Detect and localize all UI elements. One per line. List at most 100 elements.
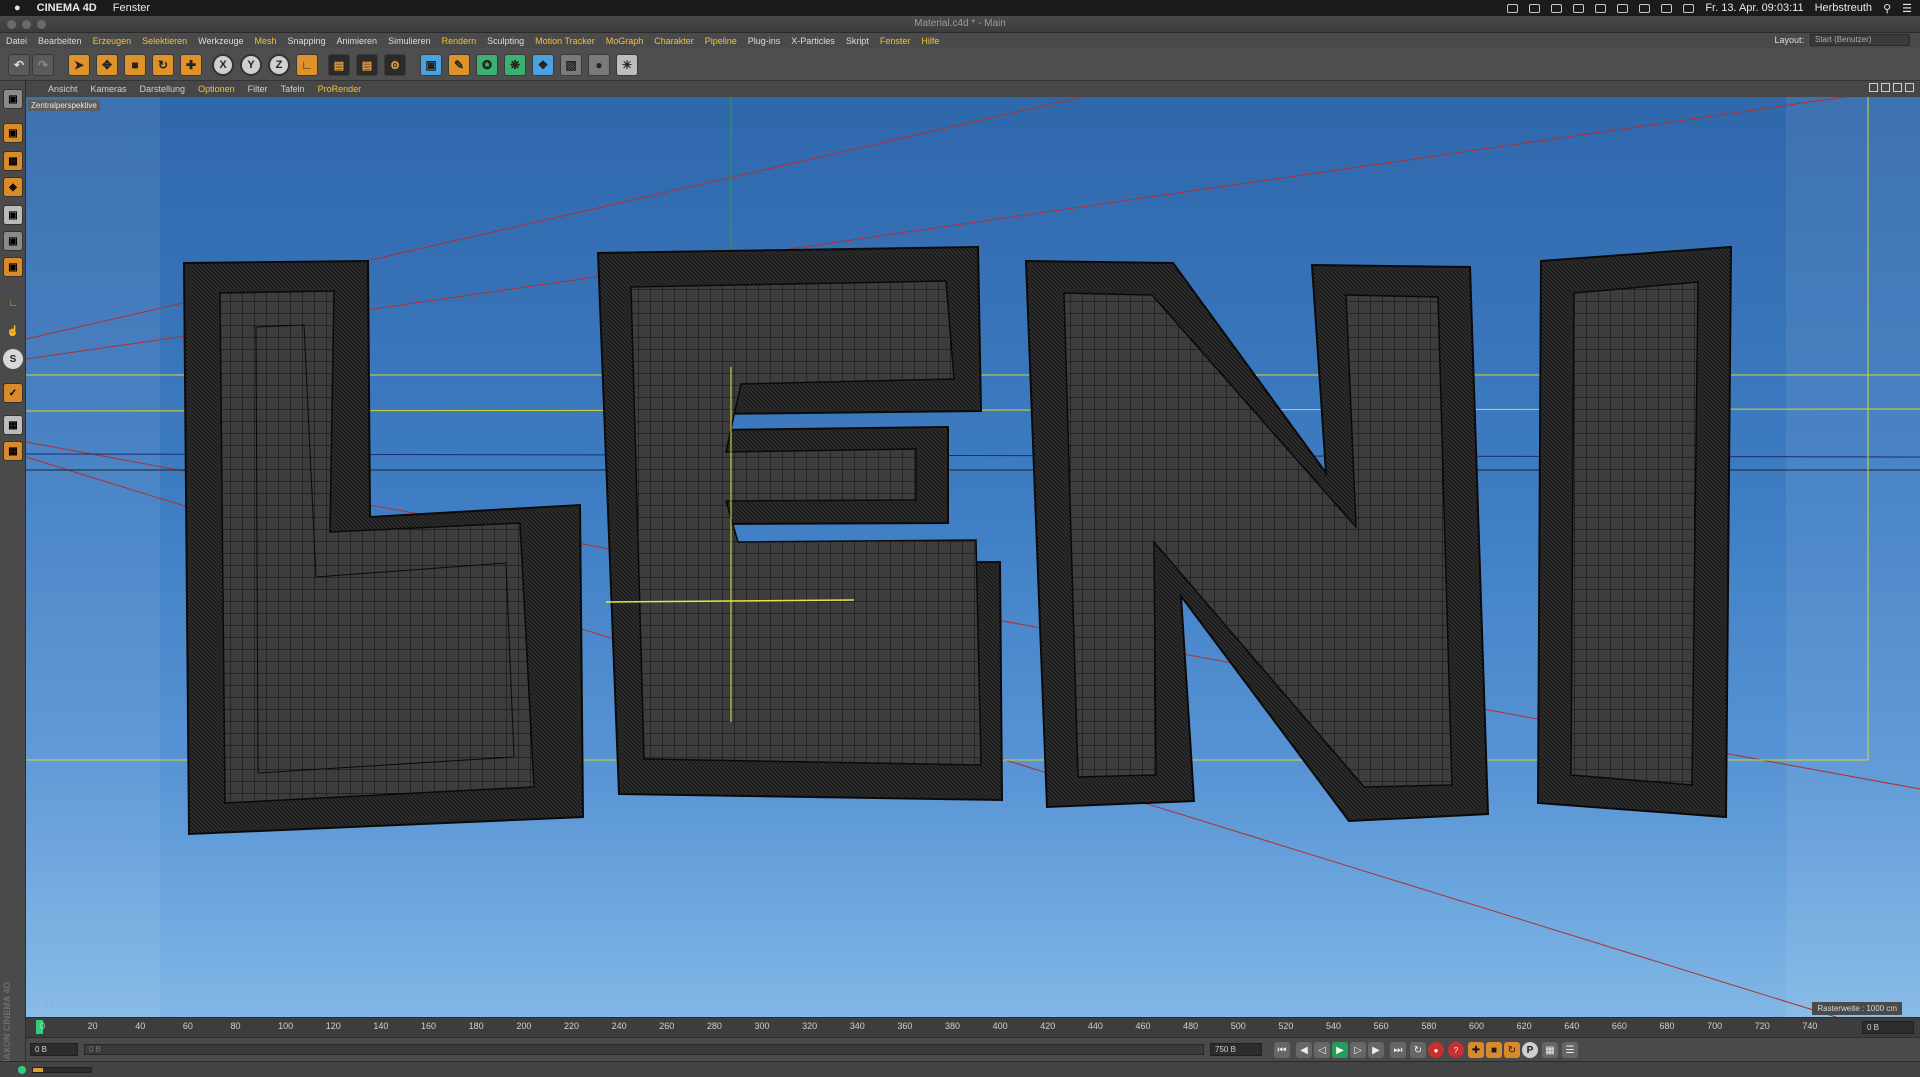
current-frame-field[interactable]: 0 B [1862, 1021, 1914, 1034]
move-tool-icon[interactable]: ✥ [96, 54, 118, 76]
snap-button[interactable]: S [3, 349, 23, 369]
cube-primitive-icon[interactable]: ▣ [420, 54, 442, 76]
texture-mode-icon[interactable]: ▩ [3, 151, 23, 171]
key-pla-icon[interactable]: ▦ [1542, 1042, 1558, 1058]
points-mode-icon[interactable]: ▣ [3, 205, 23, 225]
menu-bearbeiten[interactable]: Bearbeiten [38, 36, 82, 46]
menu-simulieren[interactable]: Simulieren [388, 36, 431, 46]
menu-selektieren[interactable]: Selektieren [142, 36, 187, 46]
menu-skript[interactable]: Skript [846, 36, 869, 46]
viewport-menu-ansicht[interactable]: Ansicht [48, 84, 78, 94]
menu-plug-ins[interactable]: Plug-ins [748, 36, 781, 46]
light-icon[interactable]: ☀ [616, 54, 638, 76]
range-slider[interactable]: 0 B [84, 1044, 1204, 1055]
viewport-menu-tafeln[interactable]: Tafeln [281, 84, 305, 94]
camera-icon[interactable]: ● [588, 54, 610, 76]
menu-animieren[interactable]: Animieren [337, 36, 378, 46]
zoom-view-icon[interactable] [1881, 83, 1890, 92]
menu-snapping[interactable]: Snapping [288, 36, 326, 46]
viewport-menu-optionen[interactable]: Optionen [198, 84, 235, 94]
undo-icon[interactable]: ↶ [8, 54, 30, 76]
viewport-menu-darstellung[interactable]: Darstellung [140, 84, 186, 94]
record-key-icon[interactable]: ● [1428, 1042, 1444, 1058]
menu-rendern[interactable]: Rendern [442, 36, 477, 46]
scale-tool-icon[interactable]: ■ [124, 54, 146, 76]
layout-select[interactable]: Start (Benutzer) [1810, 34, 1910, 46]
pan-view-icon[interactable] [1869, 83, 1878, 92]
x-axis-lock-button[interactable]: X [212, 54, 234, 76]
menu-hilfe[interactable]: Hilfe [921, 36, 939, 46]
volume-icon[interactable] [1683, 3, 1695, 13]
rotate-view-icon[interactable] [1893, 83, 1902, 92]
dropbox-icon[interactable] [1507, 3, 1519, 13]
multi-tool-icon[interactable]: ✚ [180, 54, 202, 76]
go-to-end-icon[interactable]: ⏭ [1390, 1042, 1406, 1058]
start-frame-field[interactable]: 0 B [30, 1043, 78, 1056]
timeline-ruler[interactable]: 0 20 40 60 80 100 120 140 160 180 200 220 240 260 280 3… [26, 1017, 1920, 1037]
redo-icon[interactable]: ↷ [32, 54, 54, 76]
edges-mode-icon[interactable]: ▣ [3, 231, 23, 251]
menu-mesh[interactable]: Mesh [254, 36, 276, 46]
viewport-menu-prorender[interactable]: ProRender [318, 84, 362, 94]
subdivision-surface-icon[interactable]: ✪ [476, 54, 498, 76]
letter-i[interactable] [1536, 245, 1733, 819]
autokey-icon[interactable]: ? [1448, 1042, 1464, 1058]
menu-erzeugen[interactable]: Erzeugen [93, 36, 132, 46]
axis-mode-icon[interactable]: ∟ [3, 293, 23, 313]
make-editable-icon[interactable]: ▣ [3, 89, 23, 109]
camera-label[interactable]: Zentralperspektive [28, 100, 100, 111]
grid-lock-icon[interactable]: ▦ [3, 415, 23, 435]
coordinate-system-icon[interactable]: ∟ [296, 54, 318, 76]
time-machine-icon[interactable] [1617, 3, 1629, 13]
prev-key-icon[interactable]: ◀ [1296, 1042, 1312, 1058]
menu-datei[interactable]: Datei [6, 36, 27, 46]
key-position-icon[interactable]: ✚ [1468, 1042, 1484, 1058]
go-to-start-icon[interactable]: ⏮ [1274, 1042, 1290, 1058]
key-scale-icon[interactable]: ■ [1486, 1042, 1502, 1058]
apple-icon[interactable]: ● [14, 2, 21, 14]
sculpt-icon[interactable]: ✓ [3, 383, 23, 403]
select-tool-icon[interactable]: ➤ [68, 54, 90, 76]
viewport-menu-filter[interactable]: Filter [248, 84, 268, 94]
location-icon[interactable] [1551, 3, 1563, 13]
cloner-icon[interactable]: ❋ [504, 54, 526, 76]
app-menu[interactable]: CINEMA 4D [37, 2, 97, 14]
viewport-menu-kameras[interactable]: Kameras [91, 84, 127, 94]
rotate-tool-icon[interactable]: ↻ [152, 54, 174, 76]
letter-n[interactable] [1024, 259, 1490, 823]
menu-sculpting[interactable]: Sculpting [487, 36, 524, 46]
spotlight-icon[interactable]: ⚲ [1883, 2, 1891, 15]
model-mode-icon[interactable]: ▣ [3, 123, 23, 143]
next-key-icon[interactable]: ▶ [1368, 1042, 1384, 1058]
y-axis-lock-button[interactable]: Y [240, 54, 262, 76]
toggle-view-icon[interactable] [1905, 83, 1914, 92]
render-view-icon[interactable]: ▤ [328, 54, 350, 76]
prev-frame-icon[interactable]: ◁ [1314, 1042, 1330, 1058]
deformer-icon[interactable]: ❖ [532, 54, 554, 76]
bluetooth-icon[interactable] [1639, 3, 1651, 13]
fenster-menu[interactable]: Fenster [113, 2, 150, 14]
render-picture-viewer-icon[interactable]: ▤ [356, 54, 378, 76]
display-icon[interactable] [1595, 3, 1607, 13]
next-frame-icon[interactable]: ▷ [1350, 1042, 1366, 1058]
floor-icon[interactable]: ▧ [560, 54, 582, 76]
workplane-icon[interactable]: ◈ [3, 177, 23, 197]
clock[interactable]: Fr. 13. Apr. 09:03:11 [1705, 2, 1803, 14]
menu-charakter[interactable]: Charakter [654, 36, 694, 46]
letter-l[interactable] [182, 259, 585, 836]
user-name[interactable]: Herbstreuth [1815, 2, 1872, 14]
menu-fenster[interactable]: Fenster [880, 36, 911, 46]
key-rotation-icon[interactable]: ↻ [1504, 1042, 1520, 1058]
menu-pipeline[interactable]: Pipeline [705, 36, 737, 46]
tweak-mode-icon[interactable]: ☝ [3, 321, 23, 341]
wifi-icon[interactable] [1661, 3, 1673, 13]
perspective-viewport[interactable]: Zentralperspektive Rasterweite : 1000 cm… [26, 97, 1920, 1017]
menu-motion-tracker[interactable]: Motion Tracker [535, 36, 595, 46]
menu-x-particles[interactable]: X-Particles [791, 36, 835, 46]
loop-icon[interactable]: ↻ [1410, 1042, 1426, 1058]
end-frame-field[interactable]: 750 B [1210, 1043, 1262, 1056]
creative-cloud-icon[interactable] [1529, 3, 1541, 13]
menu-werkzeuge[interactable]: Werkzeuge [198, 36, 243, 46]
clipboard-icon[interactable] [1573, 3, 1585, 13]
notification-icon[interactable]: ☰ [1902, 2, 1912, 15]
